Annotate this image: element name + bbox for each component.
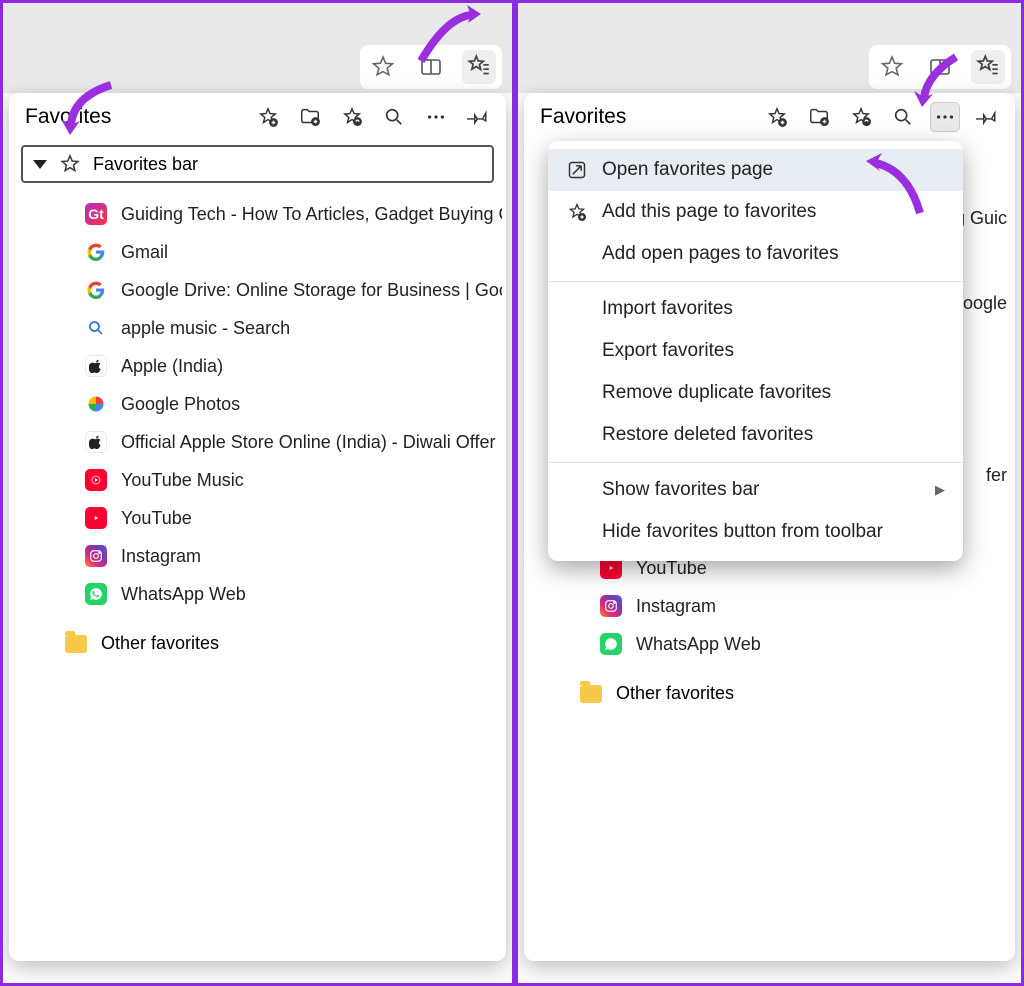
- more-options-icon[interactable]: [931, 103, 959, 131]
- add-favorite-icon[interactable]: [254, 103, 282, 131]
- search-favorites-icon[interactable]: [380, 103, 408, 131]
- pin-panel-icon[interactable]: [973, 103, 1001, 131]
- favorite-link[interactable]: YouTube Music: [13, 461, 502, 499]
- instagram-favicon-icon: [600, 595, 622, 617]
- youtube-music-favicon-icon: [85, 469, 107, 491]
- favorite-link[interactable]: WhatsApp Web: [13, 575, 502, 613]
- favorite-link[interactable]: Google Drive: Online Storage for Busines…: [13, 271, 502, 309]
- instagram-favicon-icon: [85, 545, 107, 567]
- menu-separator: [548, 281, 963, 282]
- apple-favicon-icon: [85, 431, 107, 453]
- add-favorite-star-icon[interactable]: [366, 50, 400, 84]
- favorites-toolbar-button[interactable]: [971, 50, 1005, 84]
- favorite-link[interactable]: WhatsApp Web: [528, 625, 1011, 663]
- add-favorite-icon[interactable]: [763, 103, 791, 131]
- favorite-link[interactable]: apple music - Search: [13, 309, 502, 347]
- favorites-title: Favorites: [540, 105, 757, 129]
- favorite-link[interactable]: Official Apple Store Online (India) - Di…: [13, 423, 502, 461]
- favorites-bar-label: Favorites bar: [93, 154, 198, 175]
- favorites-title: Favorites: [25, 105, 248, 129]
- add-folder-icon[interactable]: [805, 103, 833, 131]
- more-options-icon[interactable]: [422, 103, 450, 131]
- split-screen-icon[interactable]: [923, 50, 957, 84]
- menu-remove-duplicates[interactable]: Remove duplicate favorites: [548, 372, 963, 414]
- collapse-triangle-icon: [33, 160, 47, 169]
- google-photos-favicon-icon: [85, 393, 107, 415]
- google-favicon-icon: [85, 279, 107, 301]
- submenu-arrow-icon: ▶: [935, 482, 945, 498]
- peek-text: fer: [986, 465, 1007, 486]
- favorites-list: GtGuiding Tech - How To Articles, Gadget…: [9, 191, 506, 625]
- favorite-link[interactable]: YouTube: [13, 499, 502, 537]
- menu-hide-favorites-button[interactable]: Hide favorites button from toolbar: [548, 511, 963, 553]
- favorite-link[interactable]: Instagram: [528, 587, 1011, 625]
- folder-icon: [65, 635, 87, 653]
- favorite-link[interactable]: Apple (India): [13, 347, 502, 385]
- favorite-link[interactable]: GtGuiding Tech - How To Articles, Gadget…: [13, 195, 502, 233]
- split-screen-icon[interactable]: [414, 50, 448, 84]
- menu-import-favorites[interactable]: Import favorites: [548, 288, 963, 330]
- add-favorite-star-icon[interactable]: [875, 50, 909, 84]
- menu-separator: [548, 462, 963, 463]
- favorites-panel: Favorites: [9, 93, 506, 961]
- menu-open-favorites-page[interactable]: Open favorites page: [548, 149, 963, 191]
- folder-icon: [580, 685, 602, 703]
- youtube-favicon-icon: [85, 507, 107, 529]
- menu-restore-deleted[interactable]: Restore deleted favorites: [548, 414, 963, 456]
- favorite-link[interactable]: Google Photos: [13, 385, 502, 423]
- whatsapp-favicon-icon: [85, 583, 107, 605]
- other-favorites-folder[interactable]: Other favorites: [524, 675, 1015, 712]
- screenshot-right: Favorites: [512, 3, 1021, 983]
- menu-add-open-pages[interactable]: Add open pages to favorites: [548, 233, 963, 275]
- star-plus-icon: [566, 201, 588, 223]
- other-favorites-folder[interactable]: Other favorites: [9, 625, 506, 662]
- whatsapp-favicon-icon: [600, 633, 622, 655]
- browser-chrome: [3, 3, 512, 93]
- peek-text: ioogle: [959, 293, 1007, 314]
- open-external-icon: [566, 159, 588, 181]
- browser-chrome: [518, 3, 1021, 93]
- favorites-bar-folder[interactable]: Favorites bar: [21, 145, 494, 183]
- favorite-link[interactable]: Instagram: [13, 537, 502, 575]
- bing-search-favicon-icon: [85, 317, 107, 339]
- google-favicon-icon: [85, 241, 107, 263]
- sync-favorites-icon[interactable]: [847, 103, 875, 131]
- star-outline-icon: [59, 153, 81, 175]
- favorite-link[interactable]: Gmail: [13, 233, 502, 271]
- favorites-more-menu: Open favorites page Add this page to fav…: [548, 141, 963, 561]
- screenshot-left: Favorites: [3, 3, 512, 983]
- add-folder-icon[interactable]: [296, 103, 324, 131]
- guidingtech-favicon-icon: Gt: [85, 203, 107, 225]
- pin-panel-icon[interactable]: [464, 103, 492, 131]
- menu-show-favorites-bar[interactable]: Show favorites bar ▶: [548, 469, 963, 511]
- menu-add-this-page[interactable]: Add this page to favorites: [548, 191, 963, 233]
- favorites-toolbar-button[interactable]: [462, 50, 496, 84]
- apple-favicon-icon: [85, 355, 107, 377]
- menu-export-favorites[interactable]: Export favorites: [548, 330, 963, 372]
- search-favorites-icon[interactable]: [889, 103, 917, 131]
- sync-favorites-icon[interactable]: [338, 103, 366, 131]
